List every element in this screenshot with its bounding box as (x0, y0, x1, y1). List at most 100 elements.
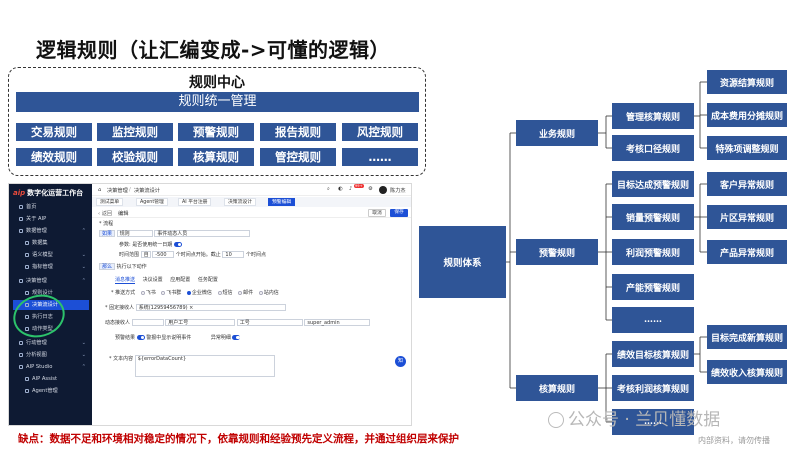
avatar[interactable] (379, 186, 387, 194)
dyn-field-select[interactable]: 用户工号 (165, 319, 236, 326)
alert-toggle[interactable] (136, 335, 145, 340)
sidebar-item[interactable]: AIP Studio ⌃ (13, 362, 89, 372)
notification-badge: 99+ (354, 184, 364, 188)
condition-row: 如果 规则 事件动态人员 (99, 230, 251, 239)
sub-tab[interactable]: 应用配置 (170, 277, 190, 283)
anomaly-toggle[interactable] (232, 335, 241, 340)
rule-cell: 管控规则 (260, 148, 336, 166)
settings-icon[interactable]: ⚙ (368, 186, 373, 192)
time-from-input[interactable]: -500 (152, 251, 175, 258)
sidebar-item[interactable]: 首页 (13, 202, 89, 212)
metric-icon (25, 264, 29, 269)
rule-cell: 预警规则 (178, 123, 254, 141)
user-name[interactable]: 陈力杰 (390, 187, 406, 194)
breadcrumb-item[interactable]: 决策流设计 (134, 187, 160, 194)
sub-tab[interactable]: 任务配置 (198, 277, 218, 283)
rule-cell: 绩效规则 (16, 148, 92, 166)
rule-cell: …… (342, 148, 418, 166)
tree-node-assess: 考核口径规则 (612, 135, 694, 161)
breadcrumb-item[interactable]: 决策管理 (107, 187, 128, 194)
dyn-select-1[interactable] (131, 319, 164, 326)
rule-select[interactable]: 规则 (116, 230, 153, 237)
sidebar-item[interactable]: 行动管理 ⌄ (13, 338, 89, 348)
cancel-button[interactable]: 取消 (368, 208, 386, 217)
time-row: 时间范围 自 -500 个时间点开始。截止 10 个时间点 (119, 251, 267, 258)
rule-cell: 核算规则 (178, 148, 254, 166)
then-button[interactable]: 那么 (99, 263, 116, 270)
app-topbar: ⌂ 决策管理 / 决策流设计 ⌕ ◐ ♪ 99+ ⚙ 陈力杰 (92, 184, 411, 196)
if-button[interactable]: 如果 (99, 230, 116, 237)
agent-icon (25, 388, 29, 393)
sidebar-item[interactable]: 指标管理 ⌄ (13, 262, 89, 272)
target-select[interactable]: 事件动态人员 (154, 230, 251, 237)
watermark-secondary: 内部资料，请勿传播 (698, 436, 770, 445)
tree-node-warning: 预警规则 (516, 239, 598, 265)
tab-item[interactable]: 测试菜单 (96, 198, 124, 206)
tree-node-special: 特殊项调整规则 (707, 136, 787, 160)
tab-item-active[interactable]: 预警编辑 (268, 198, 296, 206)
rule-center-banner: 规则统一管理 (16, 92, 419, 112)
bell-icon[interactable]: ♪ (349, 186, 352, 192)
float-action-button[interactable]: 知 (395, 356, 406, 367)
tree-node-product-warn: 产能预警规则 (612, 274, 694, 300)
search-icon[interactable]: ⌕ (327, 186, 330, 193)
tree-node-goal-warn: 目标达成预警规则 (612, 171, 694, 197)
radio (217, 290, 222, 295)
tree-node-sales-warn: 销量预警规则 (612, 204, 694, 230)
tree-node-manage: 管理核算规则 (612, 103, 694, 129)
tab-item[interactable]: Agent管理 (136, 198, 168, 206)
radio (258, 290, 263, 295)
sidebar-item[interactable]: 关于 AIP (13, 214, 89, 224)
back-link[interactable]: ‹ 返回 (98, 210, 112, 217)
tree-node-eff-income: 绩效收入核算规则 (707, 360, 787, 384)
tree-node-resource: 资源结算规则 (707, 70, 787, 94)
chevron-down-icon: ⌄ (81, 340, 86, 346)
message-textarea[interactable]: ${errorDataCount} (134, 355, 275, 377)
tree-root: 规则体系 (419, 226, 506, 298)
tree-node-dots: …… (612, 307, 694, 333)
message-row: * 文本内容 ${errorDataCount} (109, 355, 275, 377)
rule-center-title: 规则中心 (189, 75, 245, 91)
sidebar-item[interactable]: 分析视图 ⌄ (13, 350, 89, 360)
sidebar-item[interactable]: 数据管理 ⌃ (13, 226, 89, 236)
time-to-input[interactable]: 10 (222, 251, 245, 258)
chevron-down-icon: ⌄ (81, 264, 86, 270)
sidebar-item[interactable]: Agent管理 (13, 386, 89, 396)
sidebar-item[interactable]: 决策管理 ⌃ (13, 276, 89, 286)
dyn-field2-select[interactable]: 工号 (236, 319, 303, 326)
param-row: 参数: 是否使用统一日期 (119, 241, 182, 250)
chevron-up-icon: ⌃ (81, 228, 86, 234)
tree-node-business: 业务规则 (516, 120, 598, 146)
rule-cell: 交易规则 (16, 123, 92, 141)
theme-icon[interactable]: ◐ (338, 186, 343, 192)
breadcrumb-sep: / (129, 187, 131, 193)
fixed-recipient-row: * 固定接收人 系统(12959456789) × (105, 304, 286, 313)
sub-tab-active[interactable]: 消息推送 (115, 277, 136, 284)
dynamic-recipient-row: 动态接收人 用户工号 工号 super_admin (105, 319, 371, 328)
dyn-user-select[interactable]: super_admin (304, 319, 371, 326)
radio-selected (186, 290, 191, 295)
tree-node-prod-ab: 产品异常规则 (707, 240, 787, 264)
editor-content: * 流程 如果 规则 事件动态人员 参数: 是否使用统一日期 时间范围 自 -5… (99, 220, 407, 425)
rule-cell: 报告规则 (260, 123, 336, 141)
sidebar-item[interactable]: AIP Assist (13, 374, 89, 384)
sub-tab[interactable]: 决议设置 (143, 277, 163, 283)
tab-item[interactable]: AI 平台注册 (178, 198, 212, 206)
tab-item[interactable]: 决策流设计 (224, 198, 256, 206)
fixed-recipient-input[interactable]: 系统(12959456789) × (135, 304, 286, 311)
sidebar-item[interactable]: 语义模型 ⌄ (13, 250, 89, 260)
chart-icon (19, 352, 23, 357)
app-tabs: 测试菜单 Agent管理 AI 平台注册 决策流设计 预警编辑 (92, 197, 411, 207)
wechat-icon (548, 412, 564, 428)
tree-node-assess-profit: 考核利润核算规则 (612, 375, 694, 401)
radio (161, 290, 166, 295)
home-icon[interactable]: ⌂ (98, 187, 101, 193)
radio (238, 290, 243, 295)
chevron-up-icon: ⌃ (81, 364, 86, 370)
param-toggle[interactable] (173, 242, 182, 247)
rule-cell: 监控规则 (97, 123, 173, 141)
sidebar-item[interactable]: 数据集 (13, 238, 89, 248)
save-button[interactable]: 保存 (390, 208, 408, 217)
time-unit-select[interactable]: 自 (140, 251, 151, 258)
watermark: 公众号 · 兰贝懂数据 (548, 405, 720, 430)
